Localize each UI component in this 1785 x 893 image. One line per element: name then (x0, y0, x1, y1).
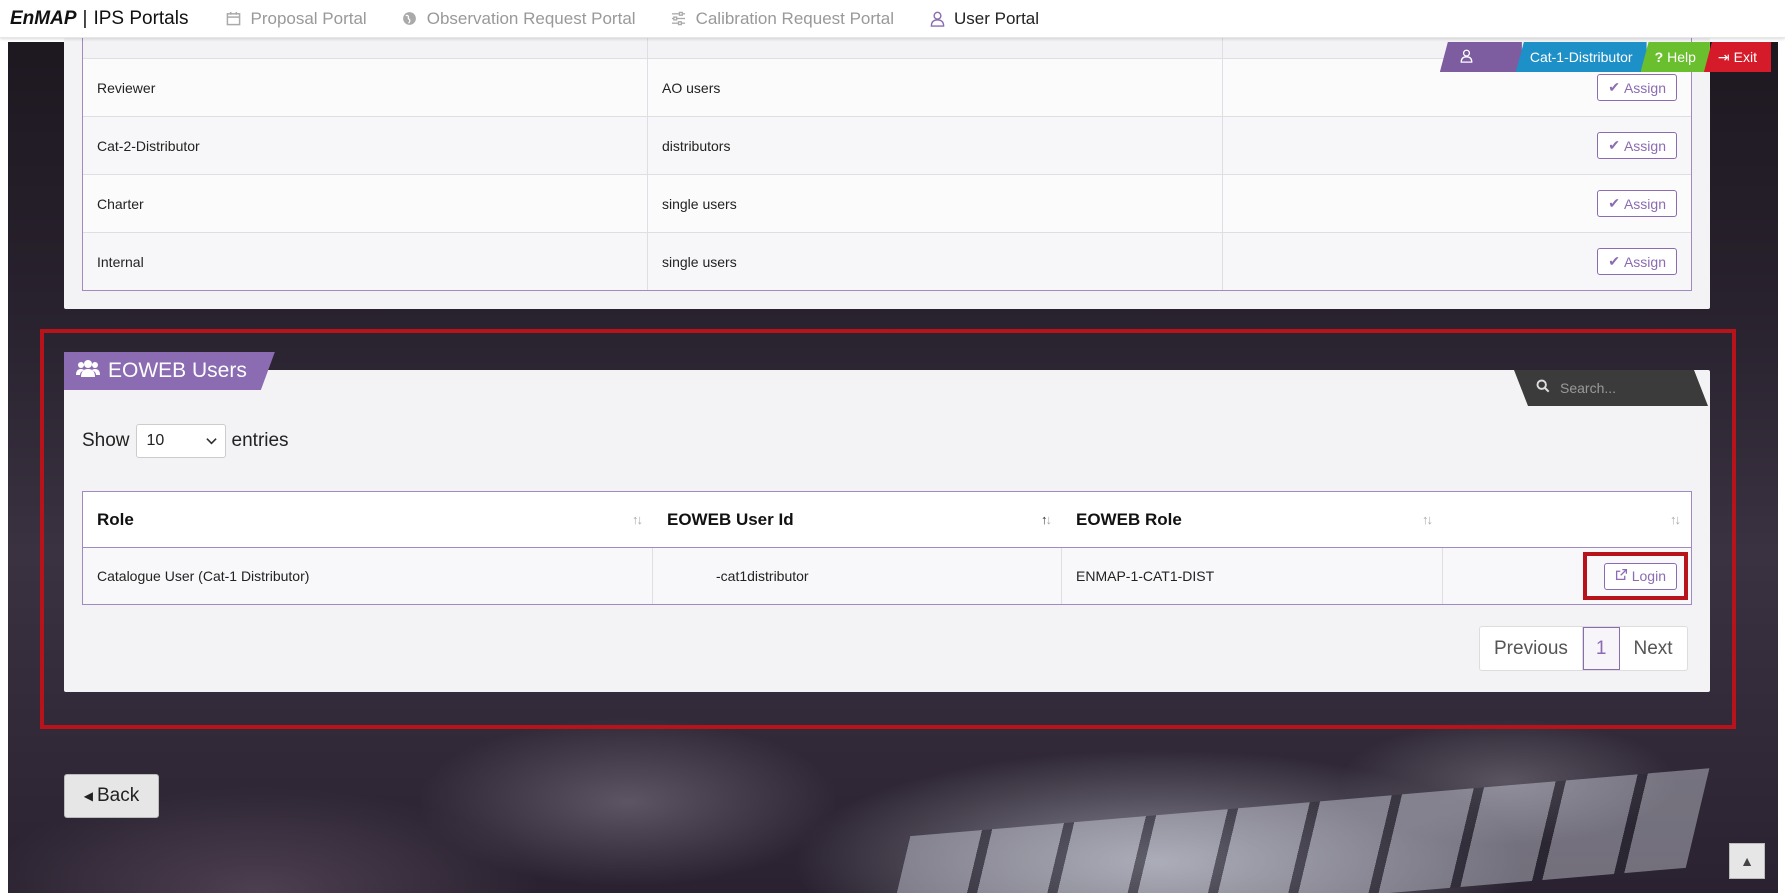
back-button[interactable]: ◀ Back (64, 774, 159, 818)
globe-icon (401, 10, 419, 28)
show-label: Show (82, 430, 130, 451)
user-menu-tag[interactable] (1439, 42, 1522, 72)
eoweb-users-table: Role ↑↓ EOWEB User Id ↑↓ EOWEB Role ↑↓ ↑↓ C… (82, 491, 1692, 605)
chevron-up-icon: ▲ (1740, 853, 1754, 869)
brand-logo[interactable]: EnMAP | IPS Portals (10, 8, 188, 30)
previous-page-button[interactable]: Previous (1480, 627, 1583, 670)
brand-name: EnMAP (10, 7, 77, 29)
table-header: Role ↑↓ EOWEB User Id ↑↓ EOWEB Role ↑↓ ↑↓ (83, 492, 1691, 548)
nav-proposal-portal[interactable]: Proposal Portal (224, 8, 367, 29)
nav-label: Observation Request Portal (426, 8, 636, 28)
help-label: Help (1667, 49, 1696, 65)
sort-icon: ↑↓ (1422, 512, 1433, 527)
user-icon (928, 10, 946, 28)
current-role-label: Cat-1-Distributor (1529, 49, 1633, 65)
role-cell: Charter (83, 175, 648, 232)
nav-label: User Portal (954, 8, 1040, 28)
table-row: Internal single users ✔ Assign (83, 232, 1691, 290)
panel-title: EOWEB Users (108, 359, 247, 382)
show-entries: Show 10 entries (82, 424, 289, 458)
page-1-button[interactable]: 1 (1582, 627, 1620, 670)
column-header-actions[interactable]: ↑↓ (1443, 492, 1691, 547)
user-ribbon: Cat-1-Distributor ? Help ⇥ Exit (1439, 42, 1771, 72)
table-row: Charter single users ✔ Assign (83, 174, 1691, 232)
table-row: Cat-2-Distributor distributors ✔ Assign (83, 116, 1691, 174)
chevron-down-icon (205, 432, 217, 450)
brand-separator: | (82, 7, 88, 29)
group-cell: AO users (648, 59, 1223, 116)
user-id-cell: -cat1distributor (653, 548, 1062, 604)
assign-label: Assign (1623, 253, 1666, 270)
role-cell: Cat-2-Distributor (83, 117, 648, 174)
group-cell: distributors (648, 117, 1223, 174)
assign-button[interactable]: ✔ Assign (1597, 74, 1677, 101)
exit-label: Exit (1733, 49, 1757, 65)
group-cell: single users (648, 175, 1223, 232)
help-tag[interactable]: ? Help (1640, 42, 1710, 72)
next-page-button[interactable]: Next (1620, 627, 1687, 670)
check-icon: ✔ (1608, 79, 1620, 95)
check-icon: ✔ (1608, 195, 1620, 211)
current-role-tag[interactable]: Cat-1-Distributor (1515, 42, 1647, 72)
assign-button[interactable]: ✔ Assign (1597, 132, 1677, 159)
search-input[interactable] (1560, 380, 1690, 396)
table-row: Catalogue User (Cat-1 Distributor) -cat1… (83, 548, 1691, 604)
column-header-eoweb-role[interactable]: EOWEB Role ↑↓ (1062, 492, 1443, 547)
search-box (1514, 370, 1708, 406)
login-button[interactable]: Login (1603, 562, 1677, 590)
nav-label: Calibration Request Portal (695, 8, 895, 28)
check-icon: ✔ (1608, 137, 1620, 153)
assign-label: Assign (1623, 137, 1666, 154)
sort-icon: ↑↓ (632, 512, 643, 527)
sign-out-icon: ⇥ (1717, 48, 1730, 65)
sliders-icon (670, 10, 688, 28)
entries-select[interactable]: 10 (135, 424, 226, 458)
assign-label: Assign (1623, 195, 1666, 212)
sort-icon: ↑↓ (1670, 512, 1681, 527)
nav-calibration-request-portal[interactable]: Calibration Request Portal (670, 9, 894, 29)
pagination: Previous 1 Next (1479, 626, 1688, 671)
assign-button[interactable]: ✔ Assign (1597, 248, 1677, 275)
assign-button[interactable]: ✔ Assign (1597, 190, 1677, 217)
column-header-role[interactable]: Role ↑↓ (83, 492, 653, 547)
entries-value: 10 (146, 432, 165, 449)
nav-label: Proposal Portal (250, 8, 367, 28)
login-label: Login (1631, 568, 1666, 584)
top-navbar: EnMAP | IPS Portals Proposal Portal Obse… (0, 0, 1785, 38)
eoweb-users-tab: EOWEB Users (64, 352, 275, 390)
external-link-icon (1615, 568, 1628, 584)
search-icon (1536, 379, 1550, 398)
role-cell: Internal (83, 233, 648, 290)
caret-left-icon: ◀ (83, 789, 93, 803)
assign-label: Assign (1623, 79, 1666, 96)
scroll-to-top-button[interactable]: ▲ (1729, 843, 1765, 879)
question-icon: ? (1654, 49, 1664, 65)
calendar-icon (224, 10, 242, 28)
roles-table: Reviewer AO users ✔ Assign Cat-2-Distribu… (82, 38, 1692, 291)
eoweb-role-cell: ENMAP-1-CAT1-DIST (1062, 548, 1443, 604)
brand-subtitle: IPS Portals (93, 7, 189, 29)
column-header-user-id[interactable]: EOWEB User Id ↑↓ (653, 492, 1062, 547)
back-label: Back (96, 785, 140, 806)
nav-user-portal[interactable]: User Portal (928, 9, 1039, 29)
exit-tag[interactable]: ⇥ Exit (1703, 42, 1771, 72)
role-cell: Catalogue User (Cat-1 Distributor) (83, 548, 653, 604)
entries-label: entries (231, 430, 289, 451)
users-icon (76, 358, 100, 384)
group-cell: single users (648, 233, 1223, 290)
user-icon (1460, 49, 1473, 66)
check-icon: ✔ (1608, 253, 1620, 269)
nav-observation-request-portal[interactable]: Observation Request Portal (401, 9, 636, 29)
role-cell: Reviewer (83, 59, 648, 116)
sort-asc-icon: ↑↓ (1041, 512, 1052, 527)
